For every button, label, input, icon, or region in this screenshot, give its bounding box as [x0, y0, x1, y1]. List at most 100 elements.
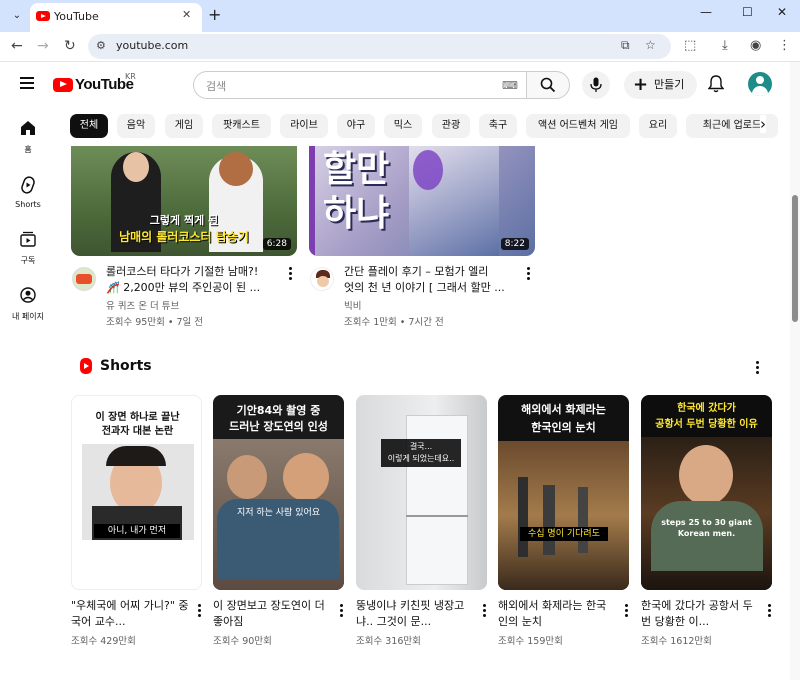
category-chip-bar: 전체 음악 게임 팟캐스트 라이브 야구 믹스 관광 축구 액션 어드벤처 게임… — [70, 112, 780, 140]
browser-tab[interactable]: YouTube ✕ — [30, 3, 202, 32]
chip-music[interactable]: 음악 — [117, 114, 155, 138]
video-thumbnail[interactable]: 할만 하냐 8:22 — [309, 146, 535, 256]
search-button[interactable] — [526, 71, 570, 99]
maximize-button[interactable]: ☐ — [742, 5, 753, 19]
extensions-icon[interactable]: ⬚ — [684, 38, 696, 53]
more-actions-icon[interactable] — [288, 267, 292, 281]
short-thumbnail[interactable]: 이 장면 하나로 끝난 전과자 대본 논란 아니, 내가 먼저 — [71, 395, 202, 590]
reload-icon[interactable]: ↻ — [64, 38, 76, 54]
chip-all[interactable]: 전체 — [70, 114, 108, 138]
url-text[interactable]: youtube.com — [116, 39, 188, 52]
video-title[interactable]: 간단 플레이 후기 – 모험가 엘리 — [344, 264, 519, 280]
short-thumbnail[interactable]: 한국에 갔다가 공항서 두번 당황한 이유 steps 25 to 30 gia… — [641, 395, 772, 590]
chip-podcasts[interactable]: 팟캐스트 — [212, 114, 271, 138]
browser-tab-strip: ⌄ YouTube ✕ + — ☐ ✕ — [0, 0, 800, 32]
notifications-bell-icon[interactable] — [707, 75, 725, 97]
shorts-shelf-title: Shorts — [100, 358, 152, 374]
forward-arrow-icon[interactable]: → — [37, 38, 49, 54]
microphone-icon — [590, 77, 602, 92]
close-tab-icon[interactable]: ✕ — [182, 8, 191, 21]
video-thumbnail[interactable]: 그렇게 찍게 된 남매의 롤러코스터 탑승기 6:28 — [71, 146, 297, 256]
sidebar-item-home[interactable]: 홈 — [0, 120, 56, 155]
country-code: KR — [125, 72, 136, 81]
chip-action-adventure[interactable]: 액션 어드벤처 게임 — [526, 114, 630, 138]
keyboard-icon[interactable]: ⌨ — [502, 79, 518, 92]
more-actions-icon[interactable] — [197, 604, 201, 618]
short-overlay-text: 이 장면 하나로 끝난 전과자 대본 논란 — [95, 412, 180, 437]
short-views: 조회수 1612만회 — [641, 636, 712, 647]
chip-gaming[interactable]: 게임 — [165, 114, 203, 138]
channel-avatar[interactable] — [310, 267, 334, 291]
more-actions-icon[interactable] — [767, 604, 771, 618]
downloads-icon[interactable]: ⤓ — [722, 38, 728, 53]
more-actions-icon[interactable] — [339, 604, 343, 618]
short-overlay-text: 한국에 갔다가 공항서 두번 당황한 이유 — [655, 403, 758, 430]
thumbnail-caption: 그렇게 찍게 된 — [149, 214, 219, 227]
main-feed: 그렇게 찍게 된 남매의 롤러코스터 탑승기 6:28 롤러코스터 타다가 기절… — [56, 146, 790, 680]
video-stats: 조회수 1만회 • 7시간 전 — [344, 317, 444, 328]
profile-icon[interactable]: ◉ — [750, 38, 761, 53]
shorts-menu-icon[interactable] — [755, 361, 759, 375]
tab-search-button[interactable]: ⌄ — [8, 7, 26, 25]
short-title[interactable]: 뚱냉이냐 키친핏 냉장고냐.. 그것이 문... — [356, 598, 474, 630]
more-actions-icon[interactable] — [526, 267, 530, 281]
short-views: 조회수 316만회 — [356, 636, 421, 647]
home-icon — [0, 120, 56, 140]
short-title[interactable]: 한국에 갔다가 공항서 두번 당황한 이... — [641, 598, 759, 630]
short-overlay-text: 결국... 이렇게 되었는데요.. — [381, 439, 461, 467]
sidebar-item-subscriptions[interactable]: 구독 — [0, 231, 56, 266]
channel-name[interactable]: 빅비 — [344, 300, 361, 314]
search-placeholder: 검색 — [206, 80, 227, 93]
browser-menu-icon[interactable]: ⋮ — [778, 38, 791, 53]
video-title-line2[interactable]: 🎢 2,200만 뷰의 주인공이 된 ... — [106, 280, 281, 296]
search-icon — [540, 77, 556, 93]
shorts-logo-icon — [80, 358, 92, 374]
sidebar-item-you[interactable]: 내 페이지 — [0, 287, 56, 322]
chip-mix[interactable]: 믹스 — [384, 114, 422, 138]
install-app-icon[interactable]: ⧉ — [621, 38, 630, 53]
scrollbar-thumb[interactable] — [792, 195, 798, 322]
more-actions-icon[interactable] — [482, 604, 486, 618]
video-duration: 6:28 — [262, 238, 291, 250]
back-arrow-icon[interactable]: ← — [11, 38, 23, 54]
close-window-button[interactable]: ✕ — [777, 5, 787, 19]
video-title-line2[interactable]: 엇의 천 년 이야기 [ 그래서 할만 ... — [344, 280, 519, 296]
short-thumbnail[interactable]: 결국... 이렇게 되었는데요.. — [356, 395, 487, 590]
video-title[interactable]: 롤러코스터 타다가 기절한 남매?! — [106, 264, 281, 280]
address-bar[interactable]: ⚙ youtube.com ⧉ ☆ — [88, 34, 671, 59]
new-tab-button[interactable]: + — [208, 5, 221, 24]
short-title[interactable]: 이 장면보고 장도연이 더 좋아짐 — [213, 598, 331, 630]
page-scrollbar[interactable] — [790, 62, 800, 680]
bookmark-star-icon[interactable]: ☆ — [645, 38, 656, 52]
video-duration: 8:22 — [500, 238, 529, 250]
create-button[interactable]: + 만들기 — [624, 71, 697, 99]
short-title[interactable]: 해외에서 화제라는 한국인의 눈치 — [498, 598, 616, 630]
short-thumbnail[interactable]: 해외에서 화제라는 한국인의 눈치 수십 명이 기다려도 — [498, 395, 629, 590]
chevron-right-icon[interactable]: › — [760, 115, 766, 133]
chip-cooking[interactable]: 요리 — [639, 114, 677, 138]
site-info-icon[interactable]: ⚙ — [96, 39, 106, 52]
browser-toolbar: ← → ↻ ⚙ youtube.com ⧉ ☆ ⬚ ⤓ ◉ ⋮ — [0, 32, 800, 62]
account-avatar[interactable] — [748, 72, 772, 96]
tab-title: YouTube — [54, 10, 99, 23]
chip-baseball[interactable]: 야구 — [337, 114, 375, 138]
youtube-logo[interactable]: YouTube KR — [53, 72, 136, 93]
short-views: 조회수 90만회 — [213, 636, 272, 647]
channel-avatar[interactable] — [72, 267, 96, 291]
channel-name[interactable]: 유 퀴즈 온 더 튜브 — [106, 300, 179, 314]
chip-tourism[interactable]: 관광 — [432, 114, 470, 138]
chip-live[interactable]: 라이브 — [280, 114, 328, 138]
more-actions-icon[interactable] — [624, 604, 628, 618]
short-title[interactable]: "우체국에 어찌 가니?" 중국어 교수... — [71, 598, 189, 630]
short-overlay-text: 기안84와 촬영 중 드러난 장도연의 인성 — [229, 404, 328, 433]
sidebar-label-shorts: Shorts — [15, 200, 41, 209]
chip-soccer[interactable]: 축구 — [479, 114, 517, 138]
sidebar-item-shorts[interactable]: Shorts — [0, 176, 56, 209]
hamburger-menu-icon[interactable] — [20, 77, 34, 89]
voice-search-button[interactable] — [582, 71, 610, 99]
short-thumbnail[interactable]: 기안84와 촬영 중 드러난 장도연의 인성 지저 하는 사람 있어요 — [213, 395, 344, 590]
search-input[interactable]: 검색 ⌨ — [193, 71, 526, 99]
minimize-button[interactable]: — — [700, 5, 712, 19]
thumbnail-caption: 하냐 — [323, 193, 390, 234]
short-caption: 지저 하는 사람 있어요 — [236, 508, 321, 518]
